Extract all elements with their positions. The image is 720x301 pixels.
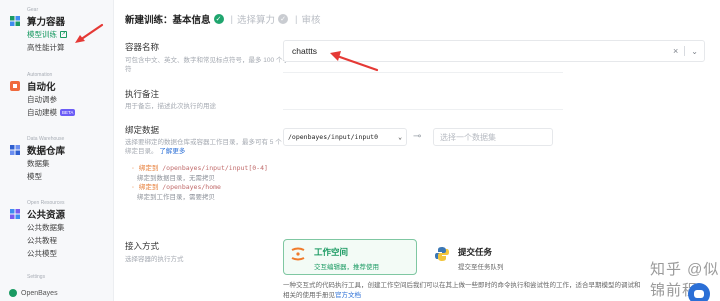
footer-brand: OpenBayes — [21, 289, 58, 297]
exec-note-label: 执行备注 — [125, 89, 160, 99]
chat-bubble-icon — [694, 290, 704, 298]
sidebar-item-public-tutorials[interactable]: 公共教程 — [27, 234, 65, 247]
chevron-down-icon: ⌄ — [398, 133, 402, 141]
sidebar-footer[interactable]: OpenBayes — [9, 289, 58, 297]
option-title: 工作空间 — [314, 247, 349, 257]
container-name-value: chattts — [292, 46, 318, 56]
wizard-header: 新建训练：基本信息 ✓ | 选择算力 ✓ | 审核 — [125, 12, 320, 27]
input-actions: × ⌄ — [673, 46, 698, 56]
section-title: 公共资源 — [27, 210, 66, 221]
section-title: 数据仓库 — [27, 146, 66, 157]
bind-options-list: · 绑定到 /openbayes/input/input[0-4] 绑定到数据目… — [131, 164, 281, 202]
settings-en-label: Settings — [27, 274, 46, 280]
database-icon — [9, 144, 21, 156]
link-icon: ⊸ — [413, 131, 422, 142]
sidebar-item-auto-model[interactable]: 自动建模 BETA — [27, 106, 76, 119]
sidebar-item-model-training[interactable]: 模型训练 ↗ — [27, 28, 67, 41]
bind-data-hint-text: 选择要绑定的数据仓库或容器工作目录，最多可有 5 个绑定目录。 — [125, 139, 282, 155]
access-mode-label: 接入方式 — [125, 241, 160, 251]
learn-more-link[interactable]: 了解更多 — [159, 148, 185, 155]
compute-icon — [9, 15, 21, 27]
divider — [684, 46, 686, 56]
chat-button[interactable] — [688, 283, 710, 301]
bind-path: /openbayes/input/input[0-4] — [162, 164, 268, 172]
openbayes-logo-icon — [9, 289, 17, 297]
bind-path: /openbayes/home — [162, 183, 221, 191]
option-submit-task[interactable]: 提交任务 提交至任务队列 — [427, 239, 561, 275]
workspace-icon — [290, 246, 306, 262]
bind-desc: 绑定到数据目录，无需拷贝 — [137, 174, 215, 182]
section-en-label: Automation — [27, 72, 53, 78]
sidebar-item-auto-tune[interactable]: 自动调参 — [27, 93, 75, 106]
sidebar-section-compute: Gear 算力容器 模型训练 ↗ 高性能计算 — [9, 7, 67, 54]
bind-path-select[interactable]: /openbayes/input/input0 ⌄ — [283, 128, 407, 146]
section-en-label: Open Resources — [27, 200, 65, 206]
option-subtitle: 提交至任务队列 — [458, 264, 504, 271]
chevron-down-icon[interactable]: ⌄ — [691, 47, 698, 56]
name-underline — [283, 72, 563, 73]
list-item: · 绑定到 /openbayes/home — [131, 183, 281, 193]
bind-keyword: · 绑定到 — [131, 183, 159, 191]
sidebar-item-label: 自动建模 — [27, 108, 57, 117]
workspace-description: 一种交互式的代码执行工具，创建工作空间后我们可以在其上做一些即时的命令执行和尝试… — [283, 281, 703, 300]
annotation-arrow-sidebar — [75, 23, 104, 43]
bind-desc: 绑定到工作目录，需要拷贝 — [137, 193, 215, 201]
check-circle-icon: ✓ — [278, 14, 288, 24]
step-select-compute[interactable]: 选择算力 — [237, 12, 275, 26]
sidebar: Gear 算力容器 模型训练 ↗ 高性能计算 Automation 自动化 自动… — [0, 0, 114, 301]
section-en-label: Gear — [27, 7, 39, 13]
sidebar-settings-heading: Settings — [9, 274, 45, 281]
sidebar-item-public-datasets[interactable]: 公共数据集 — [27, 221, 65, 234]
new-window-icon: ↗ — [60, 31, 67, 38]
clear-icon[interactable]: × — [673, 46, 678, 56]
section-en-label: Data Warehouse — [27, 136, 65, 142]
official-docs-link[interactable]: 官方文档 — [335, 292, 361, 299]
sidebar-section-data-warehouse: Data Warehouse 数据仓库 数据集 模型 — [9, 136, 65, 183]
sidebar-item-hpc[interactable]: 高性能计算 — [27, 41, 67, 54]
container-name-hint: 可包含中文、英文、数字和常见标点符号，最多 100 个字符 — [125, 57, 289, 73]
step-review[interactable]: 审核 — [301, 12, 320, 26]
bind-keyword: · 绑定到 — [131, 164, 159, 172]
workspace-description-text2: 相关的使用手册见 — [283, 291, 335, 299]
automation-icon — [9, 80, 21, 92]
beta-badge: BETA — [60, 109, 76, 116]
workspace-description-text: 一种交互式的代码执行工具，创建工作空间后我们可以在其上做一些即时的命令执行和尝试… — [283, 282, 641, 289]
exec-note-hint: 用于备忘，描述此次执行的用途 — [125, 103, 216, 110]
sidebar-item-models[interactable]: 模型 — [27, 170, 65, 183]
option-title: 提交任务 — [458, 247, 493, 257]
sidebar-item-datasets[interactable]: 数据集 — [27, 157, 65, 170]
exec-note-input[interactable] — [283, 100, 563, 110]
page-title: 新建训练：基本信息 — [125, 15, 211, 26]
section-title: 自动化 — [27, 82, 56, 93]
step-separator: | — [230, 13, 233, 25]
annotation-arrow-name — [330, 51, 379, 72]
section-title: 算力容器 — [27, 17, 66, 28]
bind-path-value: /openbayes/input/input0 — [288, 133, 379, 141]
sidebar-section-open-resources: Open Resources 公共资源 公共数据集 公共教程 公共模型 — [9, 200, 65, 260]
list-item: · 绑定到 /openbayes/input/input[0-4] — [131, 164, 281, 174]
bind-data-hint: 选择要绑定的数据仓库或容器工作目录，最多可有 5 个绑定目录。 了解更多 — [125, 138, 287, 156]
resources-icon — [9, 208, 21, 220]
sidebar-section-automation: Automation 自动化 自动调参 自动建模 BETA — [9, 72, 76, 119]
access-mode-hint: 选择容器的执行方式 — [125, 256, 184, 263]
bind-data-label: 绑定数据 — [125, 125, 160, 135]
sidebar-item-label: 模型训练 — [27, 30, 57, 39]
dataset-select[interactable]: 选择一个数据集 — [433, 128, 553, 146]
dataset-placeholder: 选择一个数据集 — [440, 132, 496, 142]
main-content: 新建训练：基本信息 ✓ | 选择算力 ✓ | 审核 容器名称 可包含中文、英文、… — [115, 0, 720, 301]
option-subtitle: 交互编辑器，推荐使用 — [314, 264, 379, 271]
option-workspace[interactable]: 工作空间 交互编辑器，推荐使用 — [283, 239, 417, 275]
check-circle-icon: ✓ — [213, 14, 224, 24]
step-separator: | — [295, 13, 298, 25]
container-name-label: 容器名称 — [125, 42, 160, 52]
sidebar-item-public-models[interactable]: 公共模型 — [27, 247, 65, 260]
python-icon — [434, 246, 450, 262]
